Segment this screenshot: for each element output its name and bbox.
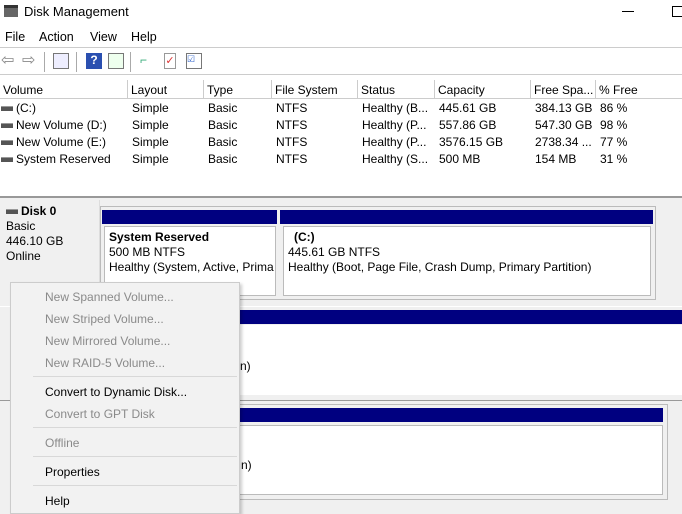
table-cell: NTFS (276, 118, 308, 132)
partition-bar (235, 310, 682, 324)
context-menu: New Spanned Volume... New Striped Volume… (10, 282, 240, 514)
disk-name: Disk 0 (21, 204, 57, 218)
toolbar: ⇦ ⇨ ? ⌐ ✓ ☑ (0, 49, 682, 75)
table-cell: Basic (208, 118, 238, 132)
table-cell: 547.30 GB (535, 118, 593, 132)
volume-list: Volume Layout Type File System Status Ca… (0, 80, 682, 195)
partition-name: (C:) (294, 230, 315, 244)
column-header-volume[interactable]: Volume (0, 80, 128, 99)
partition-disk-2[interactable]: n) (235, 425, 663, 495)
column-header-layout[interactable]: Layout (128, 80, 204, 99)
table-cell: Healthy (P... (362, 118, 427, 132)
table-cell: Healthy (P... (362, 135, 427, 149)
table-cell: 77 % (600, 135, 628, 149)
help-icon[interactable]: ? (86, 53, 102, 69)
table-cell: Basic (208, 152, 238, 166)
disk-icon (6, 209, 18, 215)
menu-item-new-spanned-volume: New Spanned Volume... (45, 290, 174, 304)
table-cell: (C:) (1, 101, 36, 118)
table-cell: Healthy (B... (362, 101, 429, 115)
menu-item-properties[interactable]: Properties (45, 465, 100, 479)
table-cell: NTFS (276, 152, 308, 166)
partition-bar (280, 210, 653, 224)
volume-icon (1, 140, 13, 146)
title-bar: Disk Management (0, 0, 682, 24)
table-cell: Basic (208, 101, 238, 115)
menu-help[interactable]: Help (131, 30, 157, 44)
partition-status: n) (240, 359, 251, 373)
volume-icon (1, 157, 13, 163)
show-hide-action-pane-icon[interactable] (108, 53, 124, 69)
disk-management-icon (4, 5, 18, 17)
table-cell: Simple (132, 135, 169, 149)
table-cell: 31 % (600, 152, 628, 166)
table-cell: NTFS (276, 101, 308, 115)
table-cell: Simple (132, 101, 169, 115)
menu-item-new-raid5-volume: New RAID-5 Volume... (45, 356, 166, 370)
partition-c[interactable]: (C:) 445.61 GB NTFS Healthy (Boot, Page … (283, 226, 651, 296)
column-header-type[interactable]: Type (204, 80, 272, 99)
menu-view[interactable]: View (90, 30, 117, 44)
table-cell: 98 % (600, 118, 628, 132)
column-header-percent-free[interactable]: % Free (596, 80, 682, 99)
partition-status: Healthy (System, Active, Prima (109, 260, 274, 274)
connect-icon[interactable]: ⌐ (140, 53, 156, 69)
table-cell: Healthy (S... (362, 152, 429, 166)
partition-bar (102, 210, 277, 224)
volume-name: New Volume (D:) (16, 118, 107, 132)
column-header-capacity[interactable]: Capacity (435, 80, 531, 99)
menu-item-new-mirrored-volume: New Mirrored Volume... (45, 334, 171, 348)
table-cell: 557.86 GB (439, 118, 497, 132)
volume-name: (C:) (16, 101, 36, 115)
partition-bar (235, 408, 663, 422)
table-cell: 86 % (600, 101, 628, 115)
table-cell: Simple (132, 118, 169, 132)
menu-item-convert-to-dynamic-disk[interactable]: Convert to Dynamic Disk... (45, 385, 187, 399)
table-cell: NTFS (276, 135, 308, 149)
table-cell: 2738.34 ... (535, 135, 592, 149)
menu-file[interactable]: File (5, 30, 25, 44)
disk-status: Online (6, 249, 41, 263)
menu-item-help[interactable]: Help (45, 494, 70, 508)
table-cell: New Volume (E:) (1, 135, 106, 152)
table-cell: 384.13 GB (535, 101, 593, 115)
table-cell: 500 MB (439, 152, 481, 166)
partition-status: Healthy (Boot, Page File, Crash Dump, Pr… (288, 260, 592, 274)
disk-size: 446.10 GB (6, 234, 64, 248)
disk-type: Basic (6, 219, 36, 233)
back-icon[interactable]: ⇦ (1, 50, 17, 69)
menu-item-new-striped-volume: New Striped Volume... (45, 312, 164, 326)
partition-disk-1[interactable]: n) (235, 325, 682, 395)
properties-list-icon[interactable]: ☑ (186, 53, 202, 69)
table-cell: Simple (132, 152, 169, 166)
window-title: Disk Management (24, 4, 129, 19)
table-cell: 154 MB (535, 152, 577, 166)
minimize-button[interactable] (622, 11, 634, 12)
table-cell: 445.61 GB (439, 101, 497, 115)
menu-item-convert-to-gpt-disk: Convert to GPT Disk (45, 407, 155, 421)
checklist-icon[interactable]: ✓ (164, 53, 176, 69)
volume-name: System Reserved (16, 152, 111, 166)
partition-size: 500 MB NTFS (109, 245, 186, 259)
maximize-button[interactable] (672, 6, 682, 17)
volume-icon (1, 106, 13, 112)
column-header-status[interactable]: Status (358, 80, 435, 99)
volume-name: New Volume (E:) (16, 135, 107, 149)
table-cell: System Reserved (1, 152, 111, 169)
forward-icon[interactable]: ⇨ (22, 50, 38, 69)
menu-action[interactable]: Action (39, 30, 74, 44)
partition-name: System Reserved (109, 230, 210, 244)
partition-status: n) (241, 458, 252, 472)
partition-size: 445.61 GB NTFS (288, 245, 381, 259)
menu-item-offline: Offline (45, 436, 80, 450)
menu-bar: File Action View Help (0, 26, 682, 48)
table-cell: New Volume (D:) (1, 118, 107, 135)
table-cell: Basic (208, 135, 238, 149)
table-cell: 3576.15 GB (439, 135, 504, 149)
column-header-file-system[interactable]: File System (272, 80, 358, 99)
column-header-free-space[interactable]: Free Spa... (531, 80, 596, 99)
volume-icon (1, 123, 13, 129)
show-hide-console-tree-icon[interactable] (53, 53, 69, 69)
